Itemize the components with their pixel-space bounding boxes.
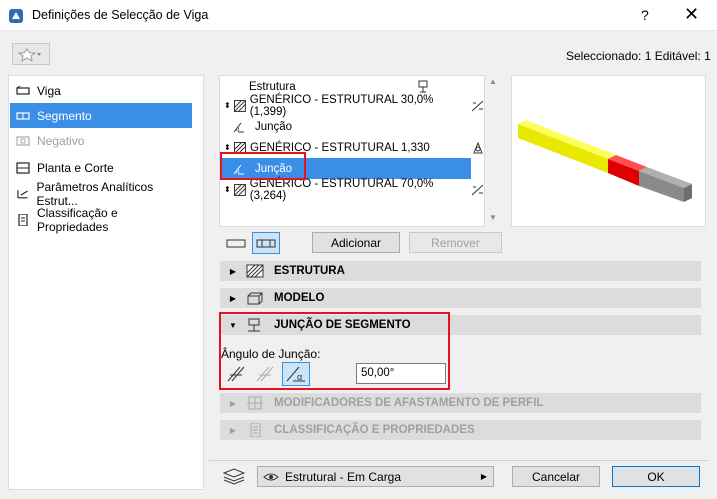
eye-icon — [263, 473, 279, 480]
structure-list: Estrutura ⬍ GENÉRICO - ESTRUTURAL 30,0% … — [219, 75, 485, 227]
model-icon — [247, 292, 263, 305]
expand-arrow-icon: ▶ — [229, 398, 237, 408]
hole-icon — [16, 135, 30, 146]
highlight-box — [220, 152, 306, 180]
list-item[interactable]: ⬍ GENÉRICO - ESTRUTURAL 30,0% (1,399) — [221, 93, 484, 118]
beam-mode-button[interactable] — [223, 232, 249, 254]
footer-separator — [209, 460, 709, 461]
sidebar-item-label: Negativo — [37, 133, 85, 148]
section-model[interactable]: ▶ MODELO — [220, 288, 701, 308]
structure-row-label: GENÉRICO - ESTRUTURAL 30,0% (1,399) — [249, 93, 434, 118]
sidebar-item-negativo[interactable]: Negativo — [10, 128, 192, 153]
floor-plan-icon — [16, 161, 30, 174]
section-classification[interactable]: ▶ CLASSIFICAÇÃO E PROPRIEDADES — [220, 420, 701, 440]
segment-icon — [16, 111, 30, 120]
segment-join-highlight — [219, 312, 450, 390]
layers-icon — [222, 468, 246, 485]
scroll-up-icon[interactable]: ▲ — [489, 77, 497, 86]
hatch-icon — [233, 183, 246, 196]
add-button[interactable]: Adicionar — [312, 232, 400, 253]
sidebar-item-viga[interactable]: Viga — [10, 78, 192, 103]
remove-button[interactable]: Remover — [409, 232, 502, 253]
help-button[interactable]: ? — [641, 7, 649, 23]
expand-arrow-icon: ▶ — [229, 293, 237, 303]
profile-icon[interactable] — [471, 141, 485, 155]
layer-select-value: Estrutural - Em Carga — [285, 469, 402, 484]
junction-column-icon — [418, 80, 428, 93]
structure-row-label: GENÉRICO - ESTRUTURAL 70,0% (3,264) — [249, 177, 434, 202]
favorites-icon — [17, 48, 41, 63]
drag-handle-icon[interactable]: ⬍ — [224, 101, 234, 110]
section-title: MODELO — [274, 292, 325, 304]
drag-handle-icon[interactable]: ⬍ — [224, 185, 234, 194]
section-structure[interactable]: ▶ ESTRUTURA — [220, 261, 701, 281]
sidebar-item-label: Planta e Corte — [37, 160, 114, 175]
drag-handle-icon[interactable]: ⬍ — [224, 143, 234, 152]
sidebar-item-planta-corte[interactable]: Planta e Corte — [10, 155, 192, 180]
beam-preview — [511, 75, 706, 227]
structure-header-label: Estrutura — [249, 80, 296, 93]
layer-select[interactable]: Estrutural - Em Carga ▶ — [257, 466, 494, 487]
ok-button[interactable]: OK — [612, 466, 700, 487]
app-icon — [9, 9, 23, 23]
analytic-icon — [17, 189, 28, 198]
section-title: ESTRUTURA — [274, 265, 345, 277]
sidebar: Viga Segmento Negativo Planta e Corte Pa… — [8, 75, 204, 490]
list-item[interactable]: α Junção — [221, 116, 471, 137]
beam-icon — [16, 85, 30, 95]
section-title: CLASSIFICAÇÃO E PROPRIEDADES — [274, 424, 475, 436]
title-bar: Definições de Selecção de Viga ? ✕ — [0, 0, 717, 31]
sidebar-item-label: Classificação e Propriedades — [36, 205, 118, 234]
section-title: MODIFICADORES DE AFASTAMENTO DE PERFIL — [274, 397, 544, 409]
window-title: Definições de Selecção de Viga — [32, 8, 209, 22]
sidebar-item-label: Viga — [37, 83, 61, 98]
junction-icon: α — [233, 122, 244, 133]
selection-info: Seleccionado: 1 Editável: 1 — [566, 49, 711, 63]
segment-mode-button[interactable] — [252, 232, 280, 254]
svg-text:α: α — [236, 127, 240, 133]
structure-row-label: Junção — [255, 120, 293, 133]
section-profile-offset[interactable]: ▶ MODIFICADORES DE AFASTAMENTO DE PERFIL — [220, 393, 701, 413]
list-scrollbar[interactable]: ▲ ▼ — [485, 75, 501, 227]
list-item[interactable]: ⬍ GENÉRICO - ESTRUTURAL 70,0% (3,264) — [221, 177, 484, 202]
scroll-down-icon[interactable]: ▼ — [489, 213, 497, 222]
beam-3d-preview — [518, 120, 692, 202]
profile-edit-icon[interactable] — [471, 99, 485, 113]
document-icon — [18, 213, 28, 226]
rectangle-icon — [226, 239, 246, 248]
favorites-button[interactable] — [12, 43, 50, 65]
expand-arrow-icon: ▶ — [229, 266, 237, 276]
profile-offset-icon — [247, 396, 263, 410]
hatch-icon — [233, 99, 246, 112]
dropdown-arrow-icon: ▶ — [480, 472, 487, 481]
segment-beam-icon — [256, 239, 276, 248]
close-button[interactable]: ✕ — [684, 4, 699, 25]
hatch-icon — [246, 264, 264, 278]
sidebar-item-analytic-params[interactable]: Parâmetros Analíticos Estrut... — [10, 179, 192, 208]
sidebar-item-segmento[interactable]: Segmento — [10, 103, 192, 128]
expand-arrow-icon: ▶ — [229, 425, 237, 435]
cancel-button[interactable]: Cancelar — [512, 466, 600, 487]
sidebar-item-label: Parâmetros Analíticos Estrut... — [36, 179, 154, 208]
profile-edit-icon[interactable] — [471, 183, 485, 197]
sidebar-item-label: Segmento — [37, 108, 92, 123]
document-icon — [250, 423, 261, 437]
sidebar-item-classification[interactable]: Classificação e Propriedades — [10, 205, 192, 234]
